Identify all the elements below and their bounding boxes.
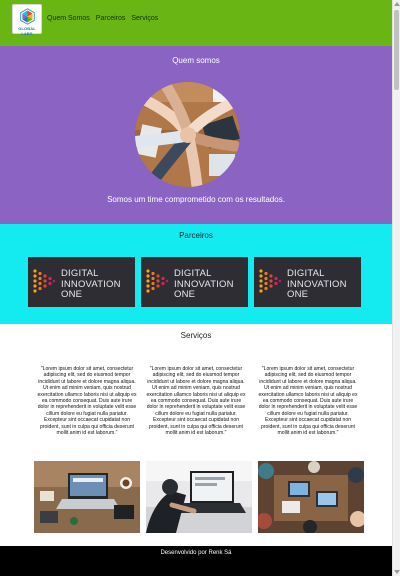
nav-link-quem-somos[interactable]: Quem Somos: [47, 15, 90, 22]
logo-text: GLOBAL LABS: [18, 26, 36, 36]
servicos-title: Serviços: [180, 331, 212, 340]
footer: Desenvolvido por Renk Sá: [0, 546, 392, 576]
parceiros-title: Parceiros: [179, 231, 213, 240]
service-image-laptop-desk: [34, 461, 140, 533]
scroll-thumb[interactable]: [394, 10, 399, 90]
dio-triangle-icon: [259, 269, 281, 293]
section-servicos: Serviços "Lorem ipsum dolor sit amet, co…: [0, 324, 392, 546]
logo-mark-icon: [20, 8, 35, 25]
partner-card[interactable]: DIGITAL INNOVATION ONE: [28, 257, 135, 307]
partner-name: DIGITAL INNOVATION ONE: [61, 268, 121, 300]
partner-card[interactable]: DIGITAL INNOVATION ONE: [254, 257, 361, 307]
vertical-scrollbar[interactable]: [392, 0, 400, 576]
service-description: "Lorem ipsum dolor sit amet, consectetur…: [37, 366, 137, 437]
service-image-team-table: [258, 461, 364, 533]
page: GLOBAL LABS Quem Somos Parceiros Serviço…: [0, 0, 392, 576]
nav-link-servicos[interactable]: Serviços: [131, 15, 158, 22]
quem-somos-title: Quem somos: [172, 56, 220, 65]
nav-menu: Quem Somos Parceiros Serviços: [47, 15, 158, 22]
quem-somos-tagline: Somos um time comprometido com os result…: [107, 195, 285, 204]
dio-triangle-icon: [33, 269, 55, 293]
dio-triangle-icon: [146, 269, 168, 293]
brand-logo[interactable]: GLOBAL LABS: [12, 4, 42, 36]
nav-link-parceiros[interactable]: Parceiros: [96, 15, 126, 22]
footer-credit: Desenvolvido por Renk Sá: [160, 550, 232, 556]
partner-card[interactable]: DIGITAL INNOVATION ONE: [141, 257, 248, 307]
section-quem-somos: Quem somos Somos um time comprometido co…: [0, 46, 392, 224]
partner-name: DIGITAL INNOVATION ONE: [174, 268, 234, 300]
service-image-person-laptop: [146, 461, 252, 533]
service-description: "Lorem ipsum dolor sit amet, consectetur…: [258, 366, 358, 437]
team-hands-photo: [135, 82, 240, 187]
navbar: GLOBAL LABS Quem Somos Parceiros Serviço…: [0, 0, 392, 46]
section-parceiros: Parceiros DIGITAL INNOVATION ONE DIGITAL…: [0, 224, 392, 324]
scroll-up-arrow-icon[interactable]: [394, 2, 400, 6]
partner-name: DIGITAL INNOVATION ONE: [287, 268, 347, 300]
service-description: "Lorem ipsum dolor sit amet, consectetur…: [146, 366, 246, 437]
scroll-down-arrow-icon[interactable]: [394, 570, 400, 574]
